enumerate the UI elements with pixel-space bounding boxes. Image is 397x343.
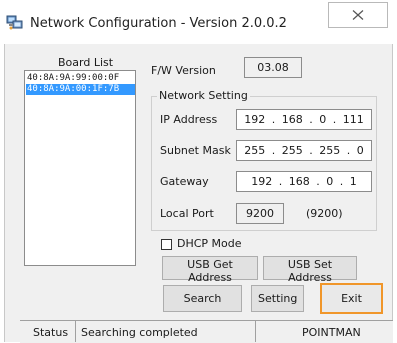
dhcp-mode-label[interactable]: DHCP Mode: [177, 237, 242, 250]
local-port-label: Local Port: [160, 207, 214, 220]
setting-button[interactable]: Setting: [251, 285, 304, 312]
fw-version-label: F/W Version: [151, 64, 216, 77]
subnet-mask-label: Subnet Mask: [160, 144, 231, 157]
local-port-field[interactable]: 9200: [236, 203, 284, 224]
network-setting-caption: Network Setting: [157, 89, 250, 102]
ip-address-field[interactable]: 192 . 168 . 0 . 111: [236, 109, 372, 130]
usb-get-address-button[interactable]: USB Get Address: [162, 256, 258, 284]
search-button[interactable]: Search: [163, 285, 242, 312]
board-list-item[interactable]: 40:8A:9A:99:00:0F: [26, 73, 135, 84]
fw-version-value: 03.08: [244, 57, 302, 78]
close-button[interactable]: [328, 2, 388, 28]
ip-address-label: IP Address: [160, 113, 218, 126]
dhcp-mode-checkbox[interactable]: [161, 239, 172, 250]
network-computers-icon: [6, 15, 24, 30]
status-label: Status: [33, 326, 69, 339]
status-bar-separator: [255, 320, 256, 342]
board-list-item-selected[interactable]: 40:8A:9A:00:1F:7B: [26, 84, 135, 95]
subnet-mask-field[interactable]: 255 . 255 . 255 . 0: [236, 140, 372, 161]
gateway-field[interactable]: 192 . 168 . 0 . 1: [236, 171, 372, 192]
local-port-default: (9200): [306, 207, 343, 220]
usb-set-address-button[interactable]: USB Set Address: [263, 256, 357, 284]
gateway-label: Gateway: [160, 175, 209, 188]
exit-button[interactable]: Exit: [320, 283, 383, 314]
status-bar-separator: [75, 320, 76, 342]
board-list-label: Board List: [58, 56, 114, 69]
close-icon: [352, 10, 364, 20]
brand-label: POINTMAN: [302, 326, 361, 339]
status-message: Searching completed: [81, 326, 198, 339]
board-list[interactable]: 40:8A:9A:99:00:0F 40:8A:9A:00:1F:7B: [24, 70, 136, 266]
window-title: Network Configuration - Version 2.0.0.2: [30, 16, 287, 31]
